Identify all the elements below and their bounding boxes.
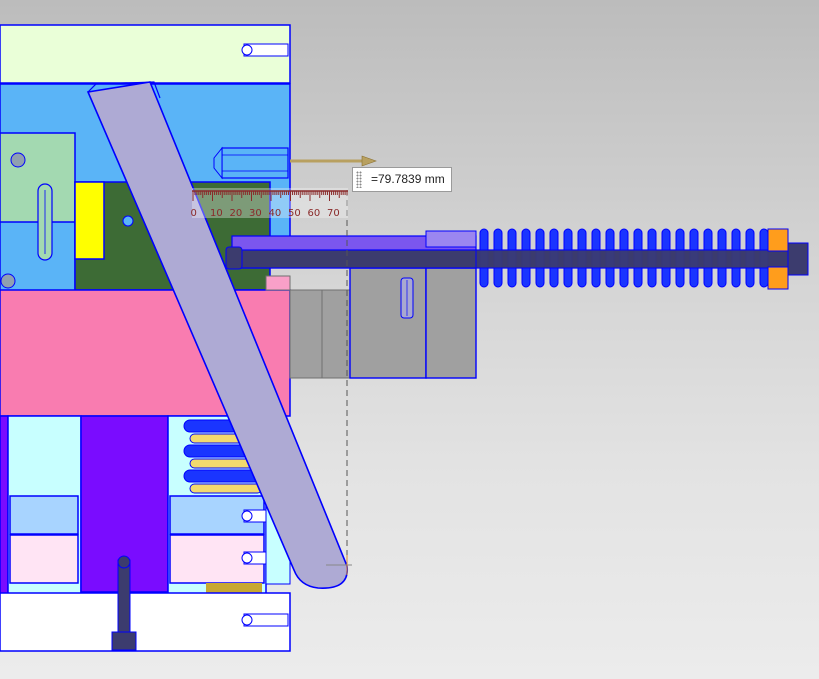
mold-assembly-section-view[interactable]: 0 10 20 30 40 50 60 70 xyxy=(0,0,819,679)
pin-hole-1 xyxy=(10,152,26,168)
ejector-bolt-shaft xyxy=(117,559,131,636)
slider-gray-block[interactable] xyxy=(289,289,351,379)
slider-body-right[interactable] xyxy=(425,267,477,379)
measurement-value: =79.7839 mm xyxy=(371,172,445,186)
pin-hole-2 xyxy=(0,273,16,289)
measurement-value-label[interactable]: =79.7839 mm xyxy=(352,167,452,192)
slider-body[interactable] xyxy=(349,267,427,379)
measure-ruler: 0 10 20 30 40 50 60 70 xyxy=(191,188,348,219)
yellow-insert[interactable] xyxy=(74,181,105,260)
measure-arrow-head xyxy=(361,155,377,167)
ruler-label: 20 xyxy=(230,208,243,219)
blue-block-lower-left[interactable] xyxy=(9,495,79,535)
spacer-block-left[interactable] xyxy=(0,415,9,597)
ruler-label: 30 xyxy=(249,208,262,219)
spring-rod-overlay xyxy=(475,249,807,269)
ejector-bolt-head xyxy=(111,631,137,651)
cad-viewport[interactable]: 0 10 20 30 40 50 60 70 =79.7839 mm xyxy=(0,0,819,679)
guide-bushing xyxy=(221,147,289,179)
ruler-label: 50 xyxy=(288,208,301,219)
core-pull-cap xyxy=(425,230,477,248)
ruler-label: 60 xyxy=(308,208,321,219)
ruler-label: 40 xyxy=(269,208,282,219)
ruler-label: 70 xyxy=(327,208,340,219)
pink-block-lower-left[interactable] xyxy=(9,534,79,584)
ruler-label: 0 xyxy=(191,208,197,219)
ruler-label: 10 xyxy=(210,208,223,219)
rod-end-cap xyxy=(787,242,809,276)
screw-head-top xyxy=(241,44,253,56)
drag-grip-icon[interactable] xyxy=(356,171,362,188)
pin-hole-3 xyxy=(122,215,134,227)
slider-pink-strip xyxy=(265,275,291,291)
rod-nut-left xyxy=(225,246,243,270)
spring-base xyxy=(206,583,262,593)
orange-nut-top xyxy=(767,228,789,252)
orange-nut-bottom xyxy=(767,266,789,290)
